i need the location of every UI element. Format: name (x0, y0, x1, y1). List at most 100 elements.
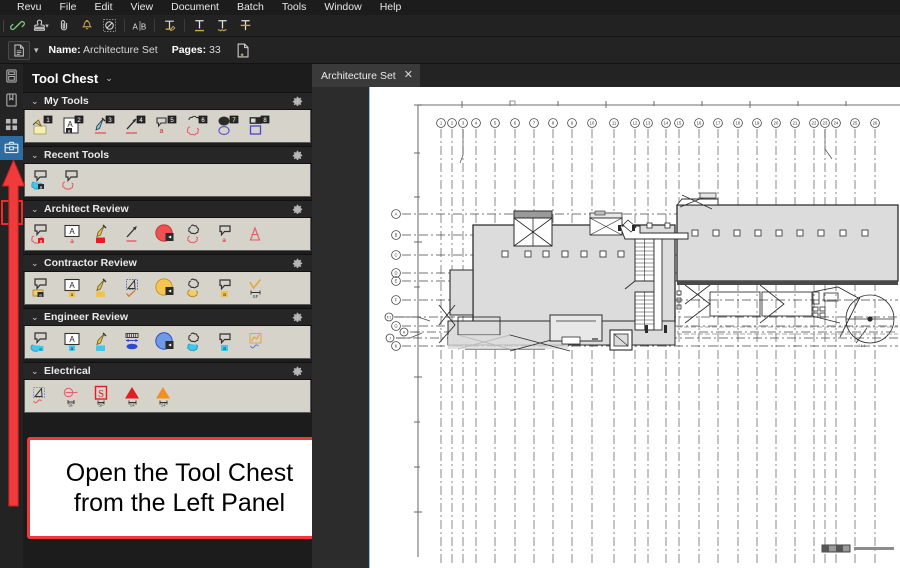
svg-text:a: a (39, 346, 42, 351)
strikeout-text-icon[interactable] (234, 15, 257, 37)
tool-eng-6[interactable] (182, 329, 213, 355)
section-label-engineer-review: Engineer Review (44, 311, 292, 323)
document-name-label: Name: (49, 44, 81, 56)
sidebar-item-panels[interactable] (0, 112, 23, 136)
tool-eng-5[interactable] (151, 329, 182, 355)
tool-my-8[interactable]: 8 (244, 113, 275, 139)
tool-my-7[interactable]: 7 (213, 113, 244, 139)
section-label-architect-review: Architect Review (44, 203, 292, 215)
document-properties-button[interactable] (8, 41, 30, 60)
sidebar-item-bookmarks[interactable] (0, 88, 23, 112)
tool-elec-2[interactable]: SF (58, 383, 89, 409)
section-header-recent-tools[interactable]: ⌄ Recent Tools (23, 146, 312, 164)
tool-eng-7[interactable]: a (213, 329, 244, 355)
tool-elec-4[interactable]: SF (120, 383, 151, 409)
gear-icon[interactable] (292, 312, 303, 323)
tool-contr-4[interactable] (120, 275, 151, 301)
tool-eng-4[interactable] (120, 329, 151, 355)
tool-my-5[interactable]: a 5 (151, 113, 182, 139)
section-header-contractor-review[interactable]: ⌄ Contractor Review (23, 254, 312, 272)
tool-recent-1[interactable]: a (27, 167, 58, 193)
attachment-icon[interactable] (52, 15, 75, 37)
chevron-down-icon[interactable]: ▾ (45, 22, 49, 30)
menu-view[interactable]: View (122, 0, 163, 15)
section-header-engineer-review[interactable]: ⌄ Engineer Review (23, 308, 312, 326)
menu-help[interactable]: Help (371, 0, 411, 15)
menu-revu[interactable]: Revu (8, 0, 51, 15)
section-header-my-tools[interactable]: ⌄ My Tools (23, 92, 312, 110)
tool-elec-1[interactable] (27, 383, 58, 409)
stamp-icon[interactable]: ▾ (29, 15, 52, 37)
menu-edit[interactable]: Edit (85, 0, 121, 15)
tool-contr-3[interactable] (89, 275, 120, 301)
chevron-down-icon[interactable]: ⌄ (31, 204, 44, 215)
chevron-down-icon[interactable]: ⌄ (31, 312, 44, 323)
gear-icon[interactable] (292, 258, 303, 269)
text-compare-icon[interactable]: A B (128, 15, 151, 37)
link-icon[interactable] (6, 15, 29, 37)
svg-text:A: A (132, 22, 138, 31)
underline-text-icon[interactable] (188, 15, 211, 37)
tool-my-1[interactable]: 1 (27, 113, 58, 139)
chevron-down-icon[interactable]: ▾ (34, 45, 39, 56)
tool-eng-1[interactable]: a (27, 329, 58, 355)
section-header-electrical[interactable]: ⌄ Electrical (23, 362, 312, 380)
tool-arch-4[interactable] (120, 221, 151, 247)
tool-arch-1[interactable]: a (27, 221, 58, 247)
menu-batch[interactable]: Batch (228, 0, 273, 15)
tool-eng-3[interactable] (89, 329, 120, 355)
menu-bar: Revu File Edit View Document Batch Tools… (0, 0, 900, 15)
close-icon[interactable]: ✕ (404, 70, 413, 81)
menu-document[interactable]: Document (162, 0, 228, 15)
tab-architecture-set[interactable]: Architecture Set ✕ (312, 64, 420, 87)
svg-text:F: F (395, 298, 398, 303)
chevron-down-icon[interactable]: ⌄ (105, 73, 113, 84)
flag-icon[interactable] (75, 15, 98, 37)
tool-contr-8[interactable]: SF (244, 275, 275, 301)
add-page-button[interactable] (235, 41, 252, 60)
section-header-architect-review[interactable]: ⌄ Architect Review (23, 200, 312, 218)
tool-arch-3[interactable] (89, 221, 120, 247)
tool-contr-2[interactable]: A a (58, 275, 89, 301)
gear-icon[interactable] (292, 96, 303, 107)
gear-icon[interactable] (292, 150, 303, 161)
sidebar-item-thumbnails[interactable] (0, 64, 23, 88)
tool-arch-6[interactable] (182, 221, 213, 247)
chevron-down-icon[interactable]: ⌄ (31, 366, 44, 377)
tool-eng-8[interactable] (244, 329, 275, 355)
tool-contr-7[interactable]: a (213, 275, 244, 301)
tool-my-6[interactable]: 6 (182, 113, 213, 139)
tool-recent-2[interactable] (58, 167, 89, 193)
tool-arch-5[interactable] (151, 221, 182, 247)
svg-text:25: 25 (853, 121, 858, 126)
tool-contr-1[interactable]: a (27, 275, 58, 301)
chevron-down-icon[interactable]: ⌄ (31, 96, 44, 107)
tool-arch-8[interactable] (244, 221, 275, 247)
tool-arch-2[interactable]: A a (58, 221, 89, 247)
tool-arch-7[interactable]: a (213, 221, 244, 247)
highlight-text-icon[interactable] (158, 15, 181, 37)
menu-window[interactable]: Window (315, 0, 370, 15)
menu-tools[interactable]: Tools (273, 0, 316, 15)
tool-my-2[interactable]: A a 2 (58, 113, 89, 139)
squiggly-text-icon[interactable] (211, 15, 234, 37)
svg-text:SF: SF (129, 403, 135, 408)
section-body-recent-tools: a (24, 164, 311, 197)
gear-icon[interactable] (292, 366, 303, 377)
tool-elec-5[interactable]: SF (151, 383, 182, 409)
erase-markup-icon[interactable] (98, 15, 121, 37)
tool-contr-6[interactable] (182, 275, 213, 301)
sidebar-item-tool-chest[interactable] (0, 136, 23, 160)
chevron-down-icon[interactable]: ⌄ (31, 258, 44, 269)
menu-file[interactable]: File (51, 0, 86, 15)
tool-my-3[interactable]: 3 (89, 113, 120, 139)
tool-my-4[interactable]: 4 (120, 113, 151, 139)
tool-eng-2[interactable]: A a (58, 329, 89, 355)
page-title: Tool Chest (32, 71, 98, 86)
tool-elec-3[interactable]: S SF (89, 383, 120, 409)
chevron-down-icon[interactable]: ⌄ (31, 150, 44, 161)
pdf-page[interactable]: 12 34 56 78 910 1112 1314 1516 1718 1920… (370, 87, 900, 568)
svg-text:a: a (70, 347, 73, 352)
tool-contr-5[interactable] (151, 275, 182, 301)
gear-icon[interactable] (292, 204, 303, 215)
